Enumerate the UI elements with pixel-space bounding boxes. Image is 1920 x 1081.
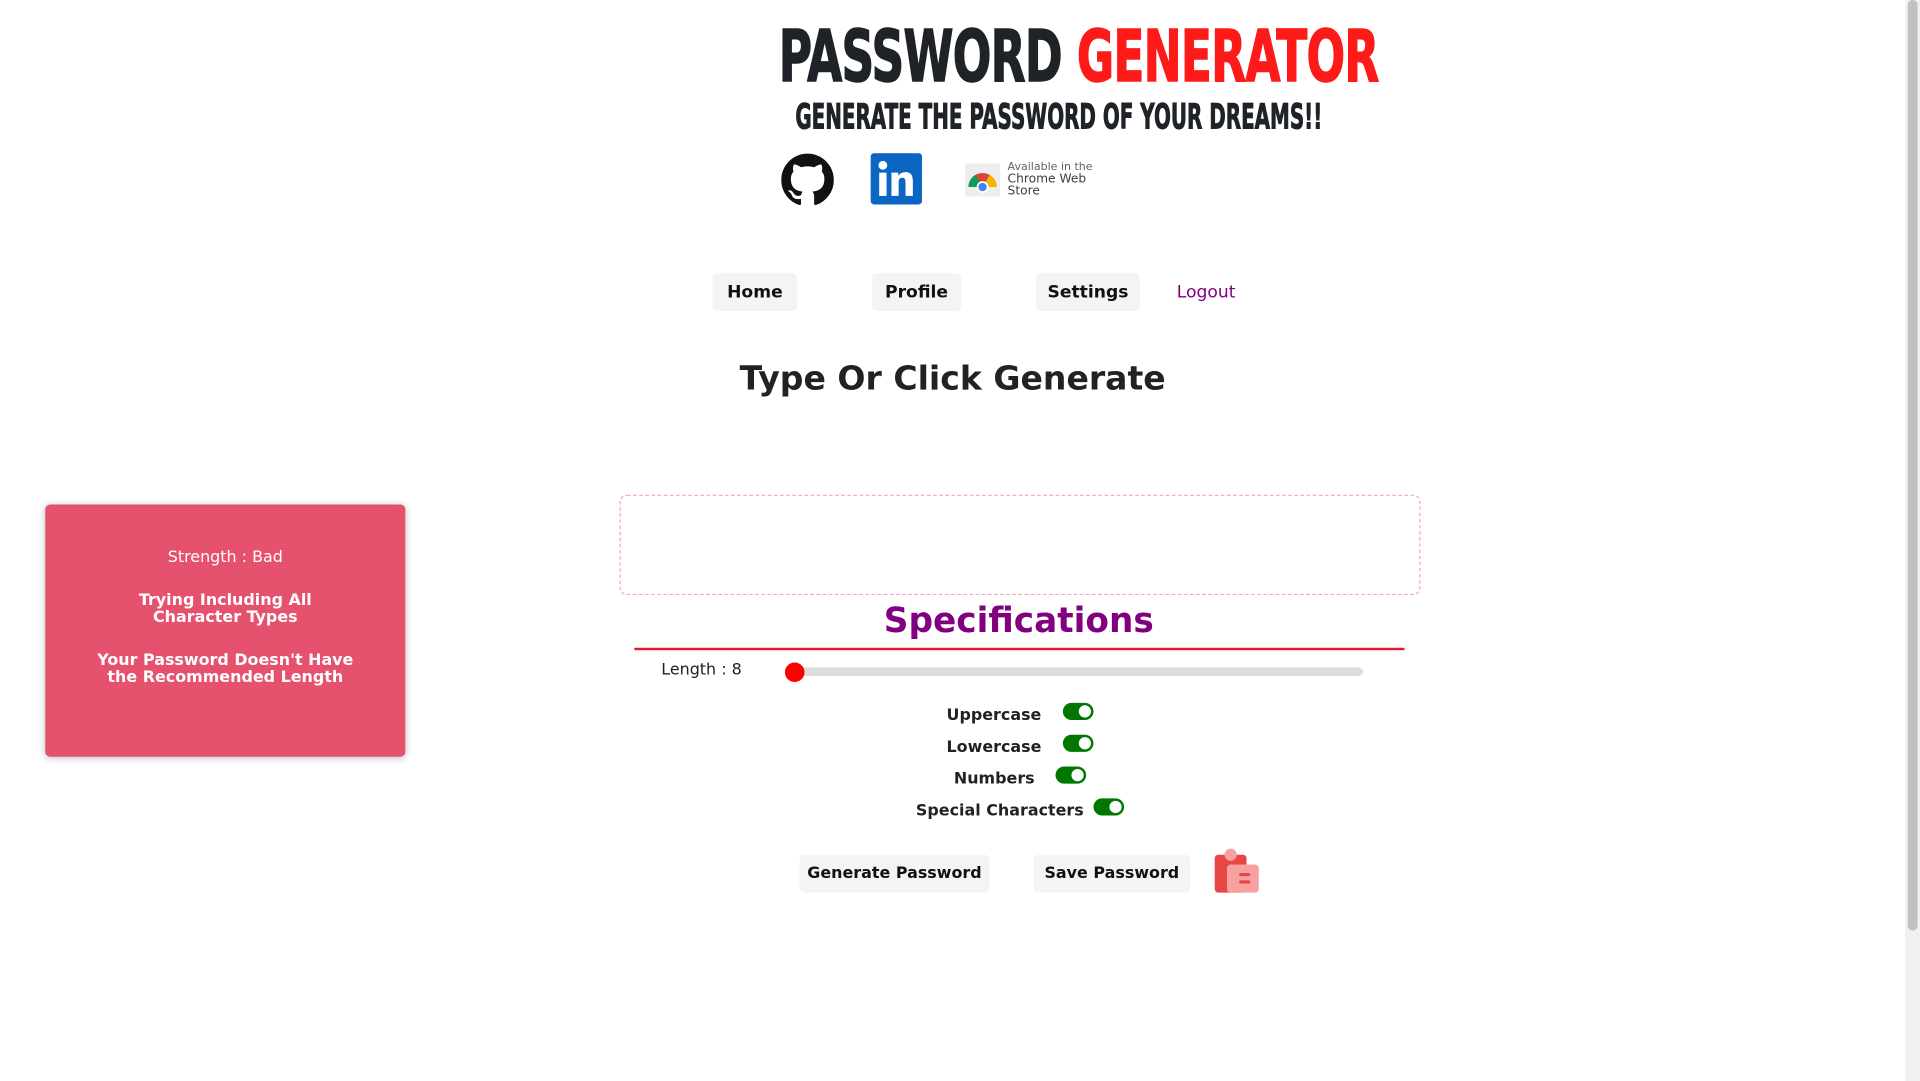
special-characters-label: Special Characters [915, 802, 1084, 821]
linkedin-icon [870, 153, 923, 205]
nav-home-button[interactable]: Home [712, 273, 798, 312]
linkedin-link[interactable] [870, 153, 923, 207]
app-title: PASSWORD GENERATOR [778, 14, 1379, 98]
strength-tip-character-types: Trying Including All Character Types [138, 591, 312, 627]
clipboard-icon [1214, 848, 1259, 893]
chrome-web-store-link[interactable]: Available in the Chrome Web Store [964, 162, 1118, 199]
copy-to-clipboard-button[interactable] [1212, 847, 1261, 896]
app-subtitle: GENERATE THE PASSWORD OF YOUR DREAMS!! [795, 96, 1323, 138]
specifications-title: Specifications [883, 600, 1154, 641]
nav-logout-link[interactable]: Logout [1177, 273, 1236, 311]
special-characters-toggle[interactable] [1093, 798, 1125, 816]
save-password-button[interactable]: Save Password [1033, 854, 1191, 893]
lowercase-toggle[interactable] [1062, 734, 1094, 752]
cws-line2: Chrome Web Store [1007, 172, 1087, 199]
scrollbar-thumb[interactable] [1907, 0, 1918, 931]
uppercase-label: Uppercase [946, 706, 1042, 725]
strength-tip-length: Your Password Doesn't Have the Recommend… [97, 651, 354, 687]
generate-password-button[interactable]: Generate Password [799, 854, 990, 893]
length-slider[interactable] [792, 667, 1363, 676]
title-main: PASSWORD [778, 14, 1063, 98]
strength-panel: Strength : Bad Trying Including All Char… [45, 504, 406, 757]
chrome-web-store-icon [964, 163, 1001, 197]
length-slider-thumb[interactable] [784, 662, 805, 683]
chrome-web-store-label: Available in the Chrome Web Store [1008, 162, 1118, 199]
numbers-toggle[interactable] [1055, 766, 1087, 784]
password-input[interactable] [619, 494, 1421, 596]
github-link[interactable] [781, 153, 834, 207]
page-heading: Type Or Click Generate [739, 360, 1166, 398]
page: PASSWORD GENERATOR GENERATE THE PASSWORD… [0, 0, 1920, 1081]
title-accent: GENERATOR [1076, 14, 1379, 98]
numbers-label: Numbers [953, 770, 1035, 789]
strength-status: Strength : Bad [167, 548, 283, 567]
page-scrollbar[interactable] [1905, 0, 1920, 1081]
nav-settings-button[interactable]: Settings [1035, 273, 1141, 312]
header: PASSWORD GENERATOR GENERATE THE PASSWORD… [680, 14, 1379, 138]
lowercase-label: Lowercase [946, 738, 1042, 757]
github-icon [781, 153, 834, 206]
specifications-divider [634, 647, 1405, 651]
nav-profile-button[interactable]: Profile [871, 273, 962, 312]
uppercase-toggle[interactable] [1062, 702, 1094, 721]
length-label: Length : 8 [661, 661, 742, 680]
